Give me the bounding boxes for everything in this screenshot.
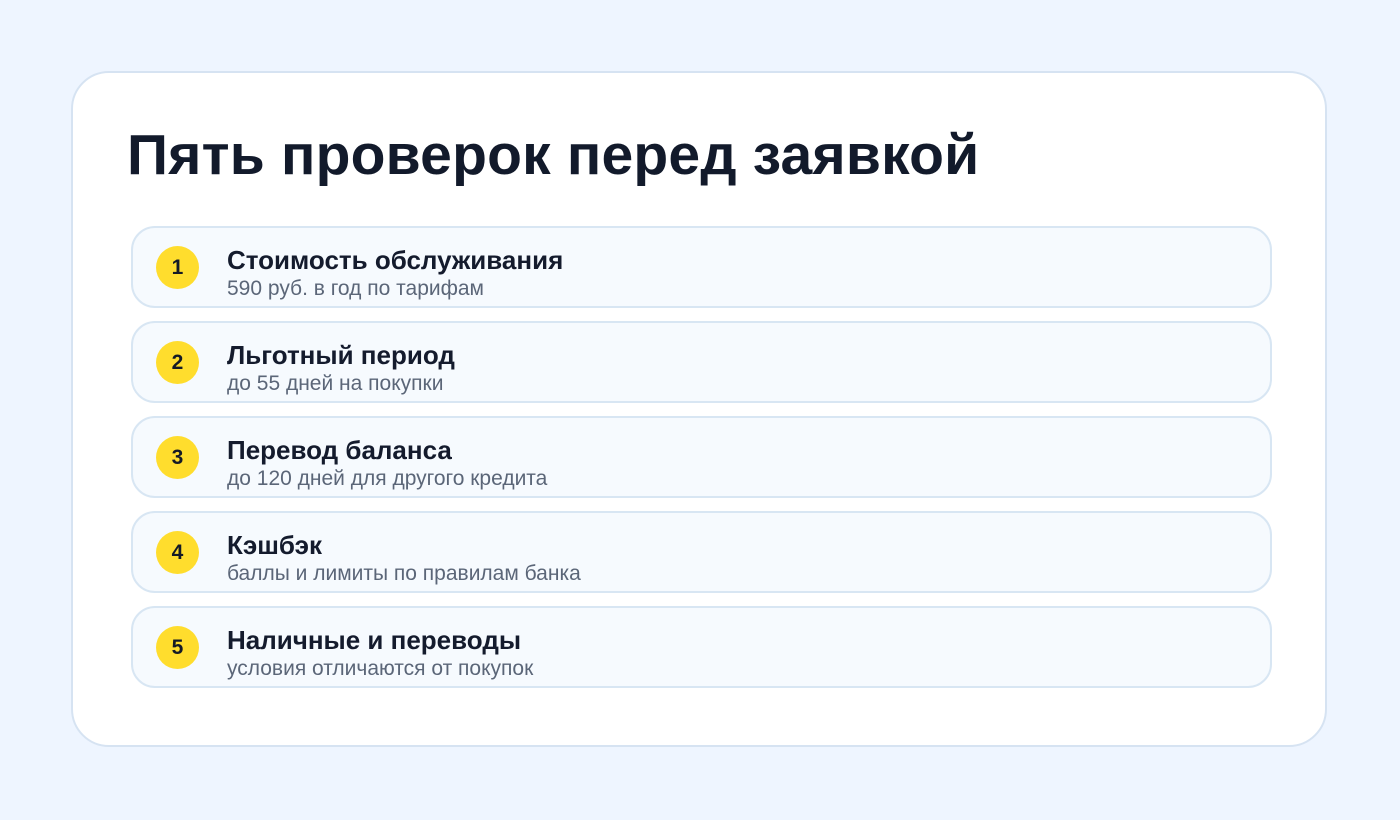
check-item-service-cost: 1 Стоимость обслуживания 590 руб. в год … <box>131 226 1272 308</box>
check-description: 590 руб. в год по тарифам <box>227 277 484 300</box>
check-title: Стоимость обслуживания <box>227 245 564 275</box>
step-number-badge: 4 <box>156 531 199 574</box>
check-title: Льготный период <box>227 340 455 370</box>
check-description: баллы и лимиты по правилам банка <box>227 562 581 585</box>
check-description: до 55 дней на покупки <box>227 372 444 395</box>
step-number-badge: 2 <box>156 341 199 384</box>
check-title: Наличные и переводы <box>227 625 522 655</box>
check-description: до 120 дней для другого кредита <box>227 467 548 490</box>
checklist: 1 Стоимость обслуживания 590 руб. в год … <box>131 226 1272 701</box>
check-item-grace-period: 2 Льготный период до 55 дней на покупки <box>131 321 1272 403</box>
page-title: Пять проверок перед заявкой <box>127 123 980 187</box>
step-number-badge: 3 <box>156 436 199 479</box>
checklist-card: Пять проверок перед заявкой 1 Стоимость … <box>71 71 1327 747</box>
check-title: Перевод баланса <box>227 435 452 465</box>
step-number-badge: 5 <box>156 626 199 669</box>
check-item-cash-transfers: 5 Наличные и переводы условия отличаются… <box>131 606 1272 688</box>
check-description: условия отличаются от покупок <box>227 657 534 680</box>
check-item-cashback: 4 Кэшбэк баллы и лимиты по правилам банк… <box>131 511 1272 593</box>
check-title: Кэшбэк <box>227 530 322 560</box>
step-number-badge: 1 <box>156 246 199 289</box>
check-item-balance-transfer: 3 Перевод баланса до 120 дней для другог… <box>131 416 1272 498</box>
